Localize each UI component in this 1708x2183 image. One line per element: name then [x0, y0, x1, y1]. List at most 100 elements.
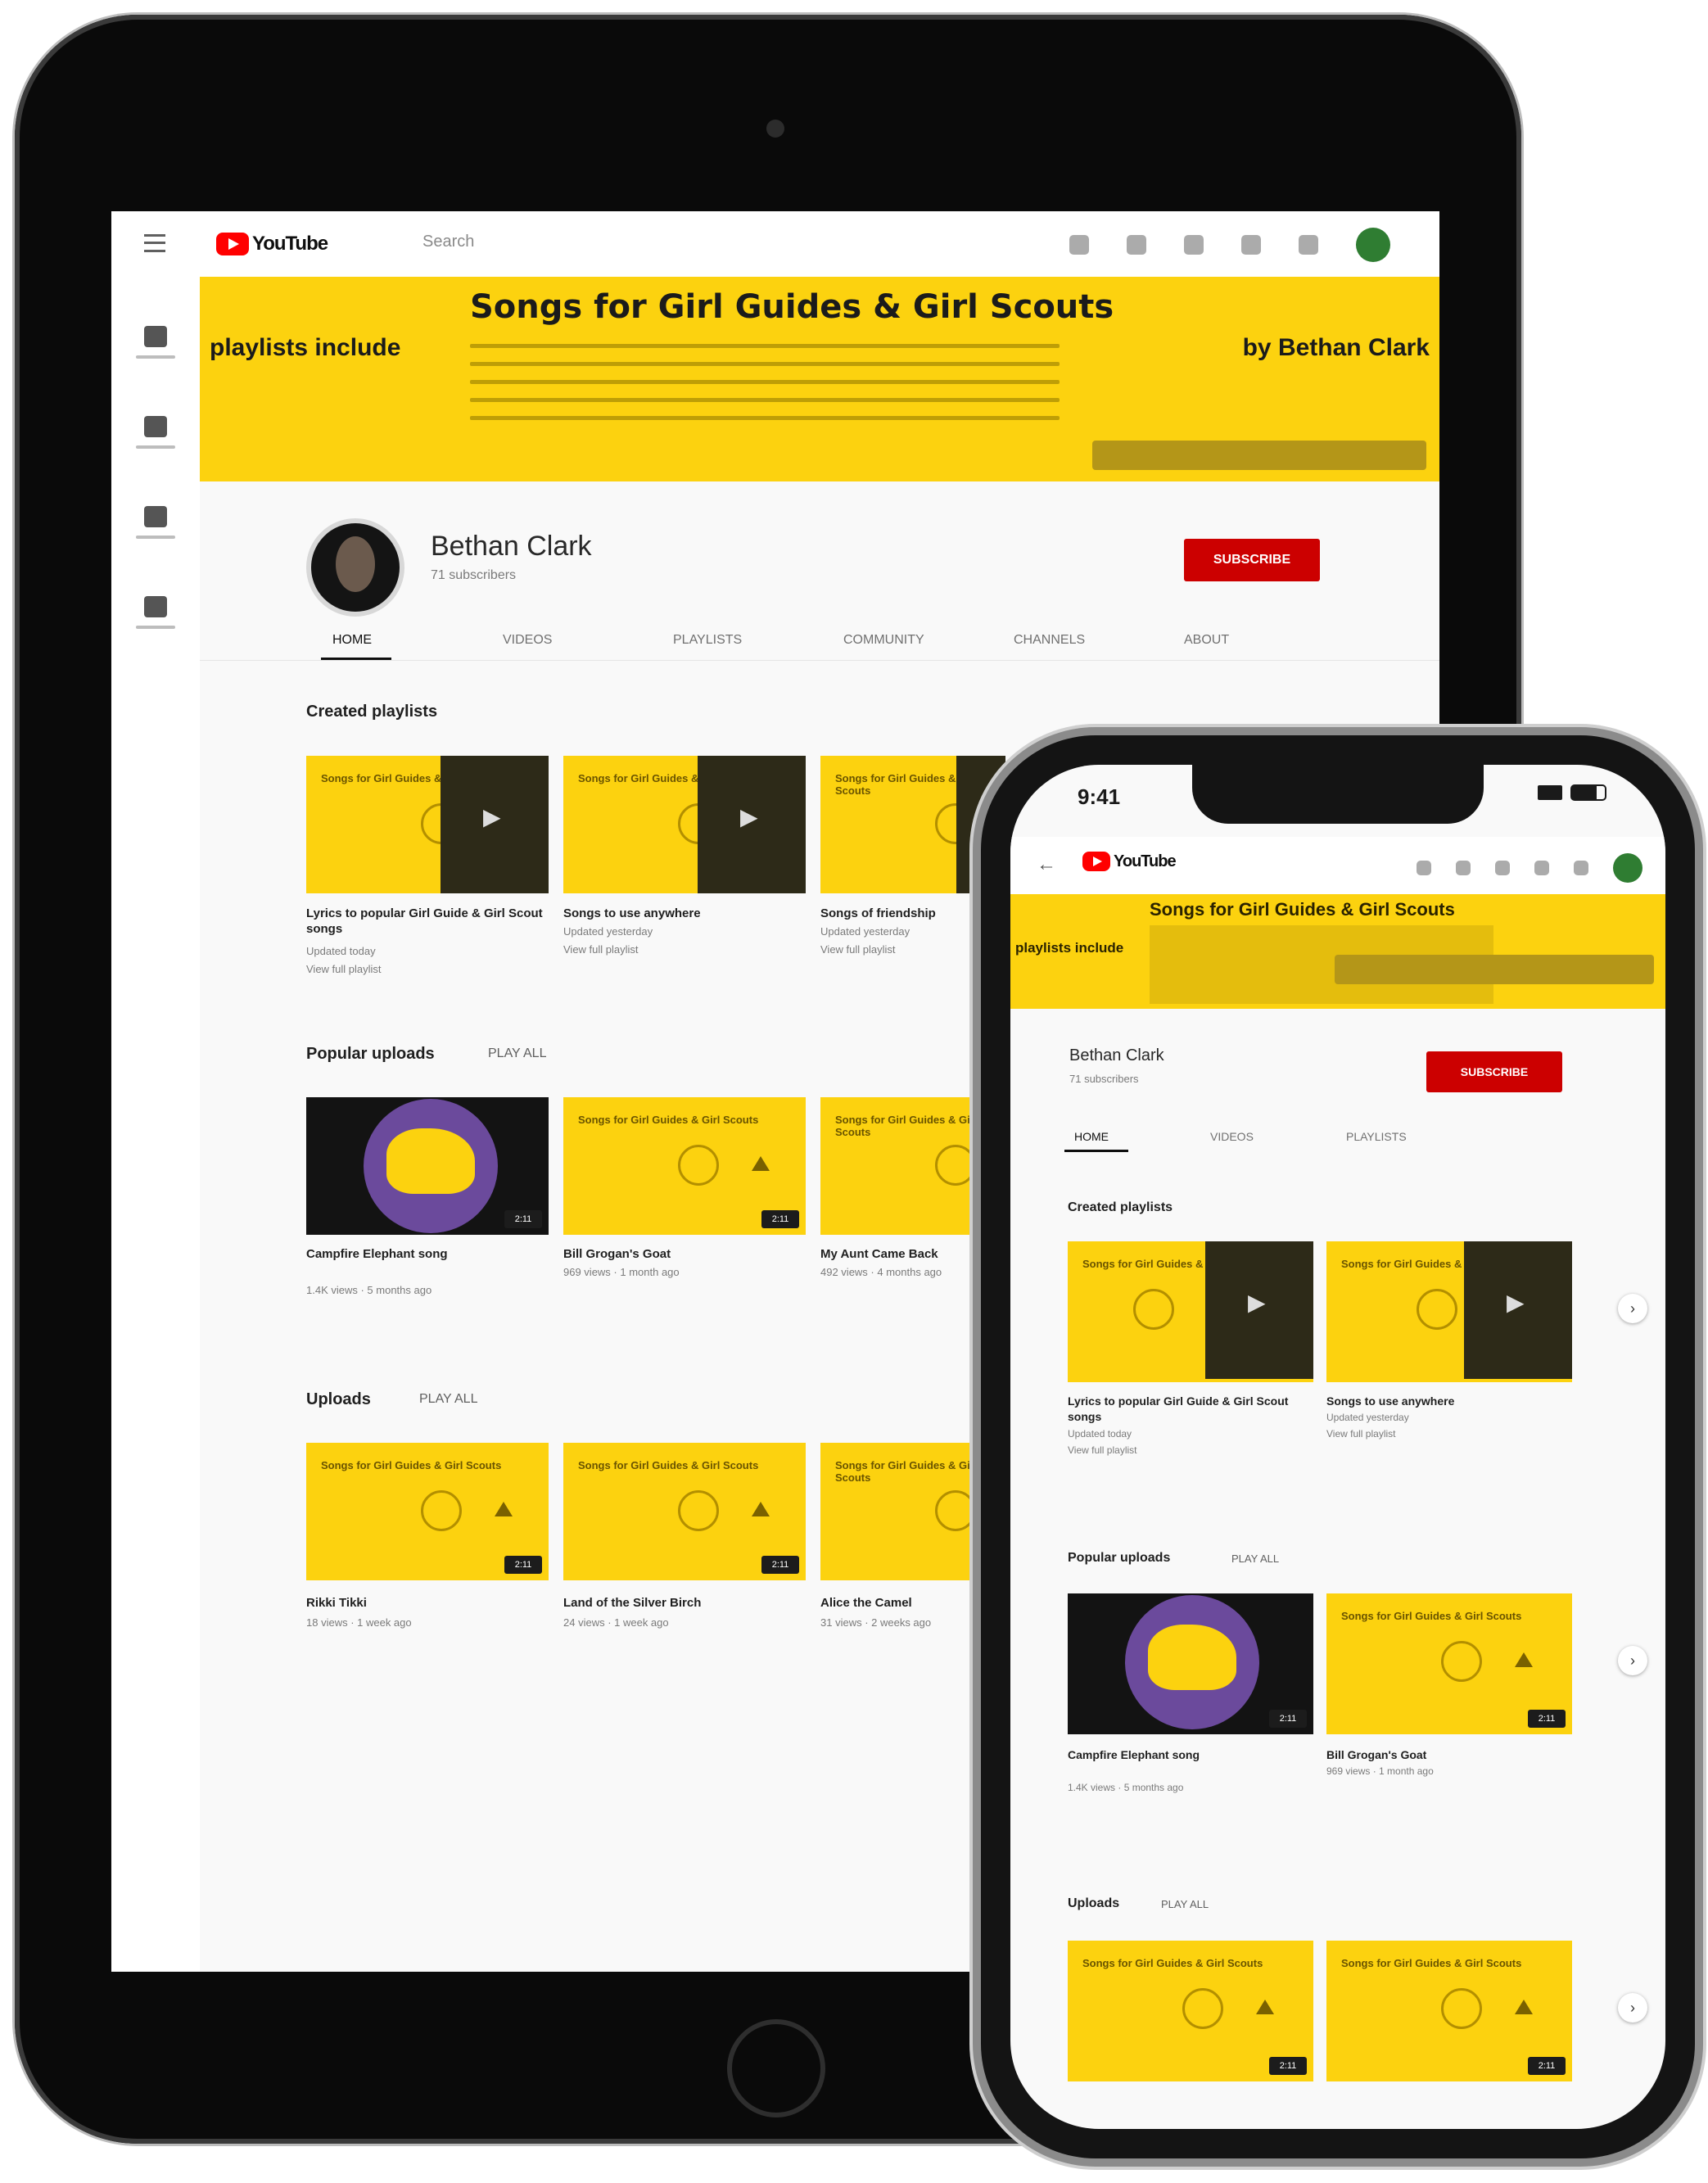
bell-icon[interactable]	[1574, 861, 1588, 875]
tab-videos[interactable]: VIDEOS	[503, 633, 673, 648]
mic-icon[interactable]	[1127, 235, 1146, 255]
video-meta: 1.4K views · 5 months ago	[1068, 1782, 1184, 1793]
playlist-thumbnail[interactable]: Songs for Girl Guides & Girl Scouts	[1068, 1241, 1313, 1382]
tab-videos[interactable]: VIDEOS	[1210, 1130, 1346, 1143]
video-meta: 18 views · 1 week ago	[306, 1616, 412, 1629]
video-title[interactable]: Land of the Silver Birch	[563, 1595, 801, 1611]
video-title[interactable]: Bill Grogan's Goat	[563, 1246, 801, 1262]
section-title-popular-uploads: Popular uploads	[306, 1045, 435, 1063]
section-title-uploads: Uploads	[1068, 1896, 1120, 1910]
tab-home[interactable]: HOME	[1074, 1130, 1210, 1143]
back-icon[interactable]: ←	[1037, 853, 1056, 876]
apps-icon[interactable]	[1534, 861, 1549, 875]
video-title[interactable]: Lyrics to popular Girl Guide & Girl Scou…	[306, 906, 544, 937]
subscribe-button[interactable]: SUBSCRIBE	[1426, 1051, 1562, 1092]
phone-screen: 9:41 ← YouTube Songs for Girl Guides & G…	[1010, 765, 1665, 2129]
video-title[interactable]: My Aunt Came Back	[820, 1246, 1001, 1262]
subscribe-button[interactable]: SUBSCRIBE	[1184, 539, 1320, 581]
apps-icon[interactable]	[1241, 235, 1261, 255]
account-avatar[interactable]	[1613, 853, 1642, 883]
play-all-button[interactable]: PLAY ALL	[1161, 1898, 1209, 1910]
tab-playlists[interactable]: PLAYLISTS	[673, 633, 843, 648]
library-icon	[144, 596, 167, 617]
camp-tent-icon	[495, 1502, 513, 1516]
playlist-thumbnail[interactable]: Songs for Girl Guides & Girl Scouts	[1326, 1241, 1572, 1382]
video-thumbnail[interactable]: 2:11	[306, 1097, 549, 1235]
sidebar-item-subscriptions[interactable]	[136, 506, 175, 563]
tab-playlists[interactable]: PLAYLISTS	[1346, 1130, 1482, 1143]
video-thumbnail[interactable]: Songs for Girl Guides & Girl Scouts 2:11	[306, 1443, 549, 1580]
playlist-thumbnail[interactable]: Songs for Girl Guides & Girl Scouts	[563, 756, 806, 893]
playlist-thumbnail[interactable]: Songs for Girl Guides & Girl Scouts	[306, 756, 549, 893]
video-thumbnail[interactable]: Songs for Girl Guides & Girl Scouts	[820, 1443, 1005, 1580]
view-playlist-link[interactable]: View full playlist	[306, 963, 544, 975]
video-title[interactable]: Lyrics to popular Girl Guide & Girl Scou…	[1068, 1394, 1297, 1425]
youtube-logo[interactable]: YouTube	[1082, 852, 1177, 871]
channel-banner: Songs for Girl Guides & Girl Scouts play…	[1010, 894, 1665, 1009]
video-title[interactable]: Songs to use anywhere	[1326, 1394, 1556, 1409]
side-nav	[111, 277, 200, 1972]
video-title[interactable]: Rikki Tikki	[306, 1595, 544, 1611]
view-playlist-link[interactable]: View full playlist	[1326, 1428, 1556, 1440]
video-thumbnail[interactable]: Songs for Girl Guides & Girl Scouts 2:11	[1068, 1941, 1313, 2081]
video-thumbnail[interactable]: Songs for Girl Guides & Girl Scouts 2:11	[1326, 1593, 1572, 1734]
youtube-play-icon	[1082, 852, 1110, 871]
banner-title: Songs for Girl Guides & Girl Scouts	[1150, 899, 1455, 920]
thumbnail-label: Songs for Girl Guides & Girl Scouts	[578, 1114, 759, 1126]
playlist-thumbnail[interactable]: Songs for Girl Guides & Girl Scouts	[820, 756, 1005, 893]
channel-name: Bethan Clark	[1069, 1046, 1164, 1064]
thumbnail-circle-icon	[935, 1490, 976, 1531]
video-title[interactable]: Campfire Elephant song	[306, 1246, 544, 1262]
view-playlist-link[interactable]: View full playlist	[820, 943, 1001, 956]
video-meta: 1.4K views · 5 months ago	[306, 1284, 432, 1296]
video-meta: Updated yesterday	[563, 925, 653, 938]
tab-home[interactable]: HOME	[332, 633, 503, 648]
thumbnail-circle-icon	[1441, 1988, 1482, 2029]
section-title-created-playlists: Created playlists	[306, 703, 438, 721]
thumbnail-label: Songs for Girl Guides & Girl Scouts	[835, 1459, 978, 1484]
carousel-next-arrow[interactable]: ›	[1618, 1646, 1647, 1675]
elephant-icon	[386, 1128, 475, 1194]
video-thumbnail[interactable]: Songs for Girl Guides & Girl Scouts 2:11	[563, 1443, 806, 1580]
search-icon[interactable]	[1417, 861, 1431, 875]
account-avatar[interactable]	[1356, 228, 1390, 262]
video-thumbnail[interactable]: 2:11	[1068, 1593, 1313, 1734]
play-all-button[interactable]: PLAY ALL	[1231, 1553, 1279, 1565]
tab-channels[interactable]: CHANNELS	[1014, 633, 1184, 648]
tab-community[interactable]: COMMUNITY	[843, 633, 1014, 648]
create-video-icon[interactable]	[1184, 235, 1204, 255]
video-title[interactable]: Alice the Camel	[820, 1595, 1001, 1611]
video-title[interactable]: Songs of friendship	[820, 906, 1001, 921]
search-icon[interactable]	[1069, 235, 1089, 255]
view-playlist-link[interactable]: View full playlist	[563, 943, 801, 956]
sidebar-item-home[interactable]	[136, 326, 175, 383]
bell-icon[interactable]	[1299, 235, 1318, 255]
play-all-button[interactable]: PLAY ALL	[419, 1392, 477, 1407]
view-playlist-link[interactable]: View full playlist	[1068, 1444, 1297, 1456]
channel-avatar[interactable]	[306, 518, 404, 617]
channel-name: Bethan Clark	[431, 531, 592, 562]
sidebar-item-explore[interactable]	[136, 416, 175, 473]
youtube-logo-text: YouTube	[1114, 852, 1177, 870]
tablet-home-button[interactable]	[727, 2019, 825, 2117]
video-title[interactable]: Songs to use anywhere	[563, 906, 801, 921]
video-thumbnail[interactable]: Songs for Girl Guides & Girl Scouts 2:11	[563, 1097, 806, 1235]
sidebar-item-library[interactable]	[136, 596, 175, 653]
menu-icon[interactable]	[144, 234, 165, 252]
create-video-icon[interactable]	[1495, 861, 1510, 875]
video-thumbnail[interactable]: Songs for Girl Guides & Girl Scouts	[820, 1097, 1005, 1235]
video-title[interactable]: Bill Grogan's Goat	[1326, 1747, 1556, 1763]
tab-about[interactable]: ABOUT	[1184, 633, 1354, 648]
carousel-next-arrow[interactable]: ›	[1618, 1993, 1647, 2023]
video-meta: 969 views · 1 month ago	[563, 1266, 680, 1278]
mic-icon[interactable]	[1456, 861, 1471, 875]
banner-links-bar[interactable]	[1092, 441, 1426, 470]
section-title-created-playlists: Created playlists	[1068, 1200, 1173, 1214]
search-input[interactable]: Search	[422, 233, 474, 251]
banner-links-bar[interactable]	[1335, 955, 1654, 984]
carousel-next-arrow[interactable]: ›	[1618, 1294, 1647, 1323]
play-all-button[interactable]: PLAY ALL	[488, 1046, 546, 1061]
video-title[interactable]: Campfire Elephant song	[1068, 1747, 1297, 1763]
youtube-logo[interactable]: YouTube	[216, 231, 328, 257]
video-thumbnail[interactable]: Songs for Girl Guides & Girl Scouts 2:11	[1326, 1941, 1572, 2081]
